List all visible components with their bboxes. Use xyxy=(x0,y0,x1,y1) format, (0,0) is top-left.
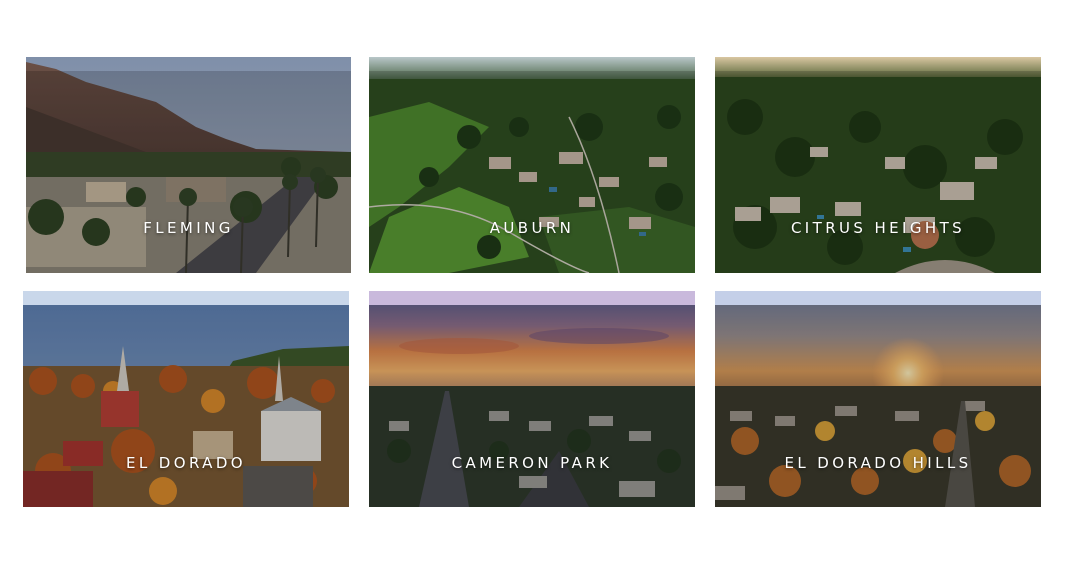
image-overlay xyxy=(26,71,351,273)
location-card-el-dorado[interactable]: EL DORADO xyxy=(23,291,349,507)
image-overlay xyxy=(23,305,349,507)
location-label: CAMERON PARK xyxy=(451,454,613,472)
location-card-auburn[interactable]: AUBURN xyxy=(369,57,695,273)
location-card-citrus-heights[interactable]: CITRUS HEIGHTS xyxy=(715,57,1041,273)
location-card-cameron-park[interactable]: CAMERON PARK xyxy=(369,291,695,507)
location-label: CITRUS HEIGHTS xyxy=(790,219,966,237)
image-overlay xyxy=(369,305,695,507)
image-overlay xyxy=(715,305,1041,507)
image-overlay xyxy=(715,71,1041,273)
location-label: EL DORADO xyxy=(126,454,246,472)
location-label: AUBURN xyxy=(489,219,575,237)
location-label: FLEMING xyxy=(143,219,234,237)
image-overlay xyxy=(369,71,695,273)
location-card-el-dorado-hills[interactable]: EL DORADO HILLS xyxy=(715,291,1041,507)
location-card-fleming[interactable]: FLEMING xyxy=(26,57,351,273)
location-label: EL DORADO HILLS xyxy=(784,454,972,472)
location-grid: FLEMING AUBURN CITRUS HEIGHTS EL DORADO … xyxy=(0,0,1066,576)
